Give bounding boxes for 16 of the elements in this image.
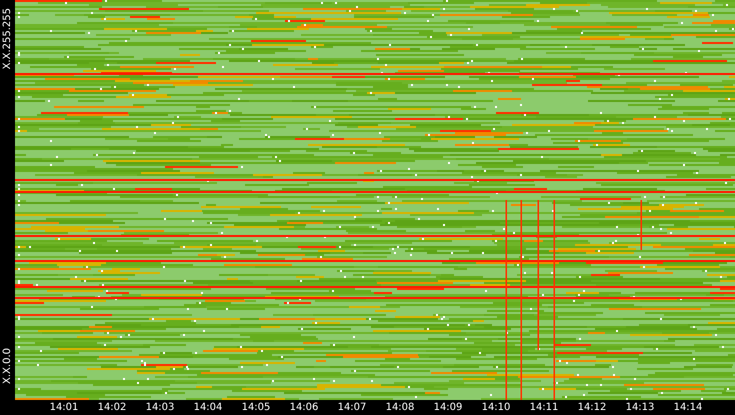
y-axis-label: X.X.255.255 [2, 8, 14, 70]
x-axis-tick-label: 14:02 [96, 401, 128, 415]
x-axis-tick-label: 14:07 [336, 401, 368, 415]
x-axis-tick-label: 14:03 [144, 401, 176, 415]
x-axis-tick-label: 14:11 [528, 401, 560, 415]
x-axis-tick-label: 14:12 [576, 401, 608, 415]
x-axis-tick-label: 14:04 [192, 401, 224, 415]
x-axis-tick-label: 14:10 [480, 401, 512, 415]
x-axis-tick-label: 14:13 [624, 401, 656, 415]
x-axis-tick-label: 14:08 [384, 401, 416, 415]
x-axis-tick-label: 14:09 [432, 401, 464, 415]
y-axis-label: X.X.0.0 [2, 348, 14, 384]
x-axis-tick-label: 14:01 [48, 401, 80, 415]
x-axis-tick-label: 14:05 [240, 401, 272, 415]
x-axis-tick-label: 14:06 [288, 401, 320, 415]
x-axis-tick-label: 14:14 [672, 401, 704, 415]
